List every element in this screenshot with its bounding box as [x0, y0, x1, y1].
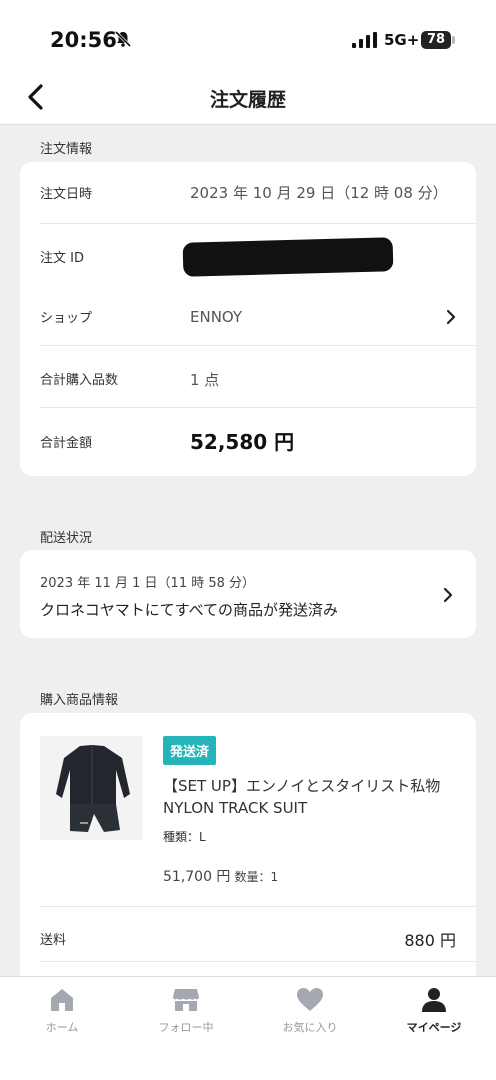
divider [40, 407, 476, 408]
product-card: 発送済 【SET UP】エンノイとスタイリスト私物 NYLON TRACK SU… [20, 713, 476, 1013]
product-image[interactable] [40, 736, 143, 840]
nav-bar: 注文履歴 [0, 70, 496, 125]
section-label-products: 購入商品情報 [40, 693, 119, 708]
battery-icon: 78 [421, 31, 451, 49]
divider [40, 906, 476, 907]
product-name[interactable]: 【SET UP】エンノイとスタイリスト私物 NYLON TRACK SUIT [163, 775, 463, 819]
heart-icon [297, 988, 323, 1011]
redacted-order-id [182, 237, 394, 277]
chevron-right-icon[interactable] [442, 587, 454, 603]
bell-muted-icon [114, 30, 132, 48]
person-icon [422, 988, 446, 1012]
shipping-fee-value: 880 円 [404, 931, 456, 950]
shipping-fee-label: 送料 [40, 933, 67, 948]
chevron-right-icon[interactable] [445, 309, 457, 325]
total-label: 合計金額 [40, 436, 93, 451]
section-label-order-info: 注文情報 [40, 142, 93, 157]
tab-favorites[interactable]: お気に入り [248, 987, 372, 1035]
total-value: 52,580 円 [190, 430, 295, 454]
store-icon [173, 989, 199, 1011]
network-type: 5G+ [384, 31, 420, 49]
product-price-line: 51,700 円数量：1 [163, 866, 278, 886]
product-quantity: 数量：1 [234, 870, 279, 884]
tab-following-label: フォロー中 [158, 1021, 214, 1034]
product-variant: 種類：L [163, 830, 206, 844]
shipping-card[interactable]: 2023 年 11 月 1 日（11 時 58 分） クロネコヤマトにてすべての… [20, 550, 476, 638]
tab-favorites-label: お気に入り [282, 1021, 338, 1034]
signal-icon [352, 32, 377, 48]
order-date-label: 注文日時 [40, 187, 93, 202]
order-info-card: 注文日時 2023 年 10 月 29 日（12 時 08 分） 注文 ID シ… [20, 162, 476, 476]
tab-home[interactable]: ホーム [0, 987, 124, 1035]
item-count-value: 1 点 [190, 371, 220, 389]
tab-mypage-label: マイページ [406, 1021, 462, 1034]
divider [40, 345, 476, 346]
divider [40, 961, 476, 962]
battery-tip [452, 36, 455, 44]
order-id-label: 注文 ID [40, 251, 84, 266]
shop-value[interactable]: ENNOY [190, 308, 242, 326]
item-count-label: 合計購入品数 [40, 373, 119, 388]
shipped-badge: 発送済 [163, 736, 217, 765]
shipping-message: クロネコヤマトにてすべての商品が発送済み [40, 601, 339, 619]
track-suit-image [56, 745, 130, 832]
shop-label: ショップ [40, 311, 93, 326]
tab-following[interactable]: フォロー中 [124, 987, 248, 1035]
status-time: 20:56 [50, 28, 117, 52]
home-icon [51, 989, 73, 1011]
product-price: 51,700 円 [163, 869, 231, 885]
section-label-shipping: 配送状況 [40, 531, 93, 546]
shipping-date: 2023 年 11 月 1 日（11 時 58 分） [40, 576, 256, 591]
tab-bar: ホーム フォロー中 お気に入り マイページ [0, 976, 496, 1080]
page-title: 注文履歴 [209, 89, 286, 111]
divider [40, 223, 476, 224]
tab-home-label: ホーム [45, 1021, 79, 1034]
status-bar: 20:56 5G+ 78 [0, 0, 496, 70]
order-date-value: 2023 年 10 月 29 日（12 時 08 分） [190, 184, 448, 202]
tab-mypage[interactable]: マイページ [372, 987, 496, 1035]
